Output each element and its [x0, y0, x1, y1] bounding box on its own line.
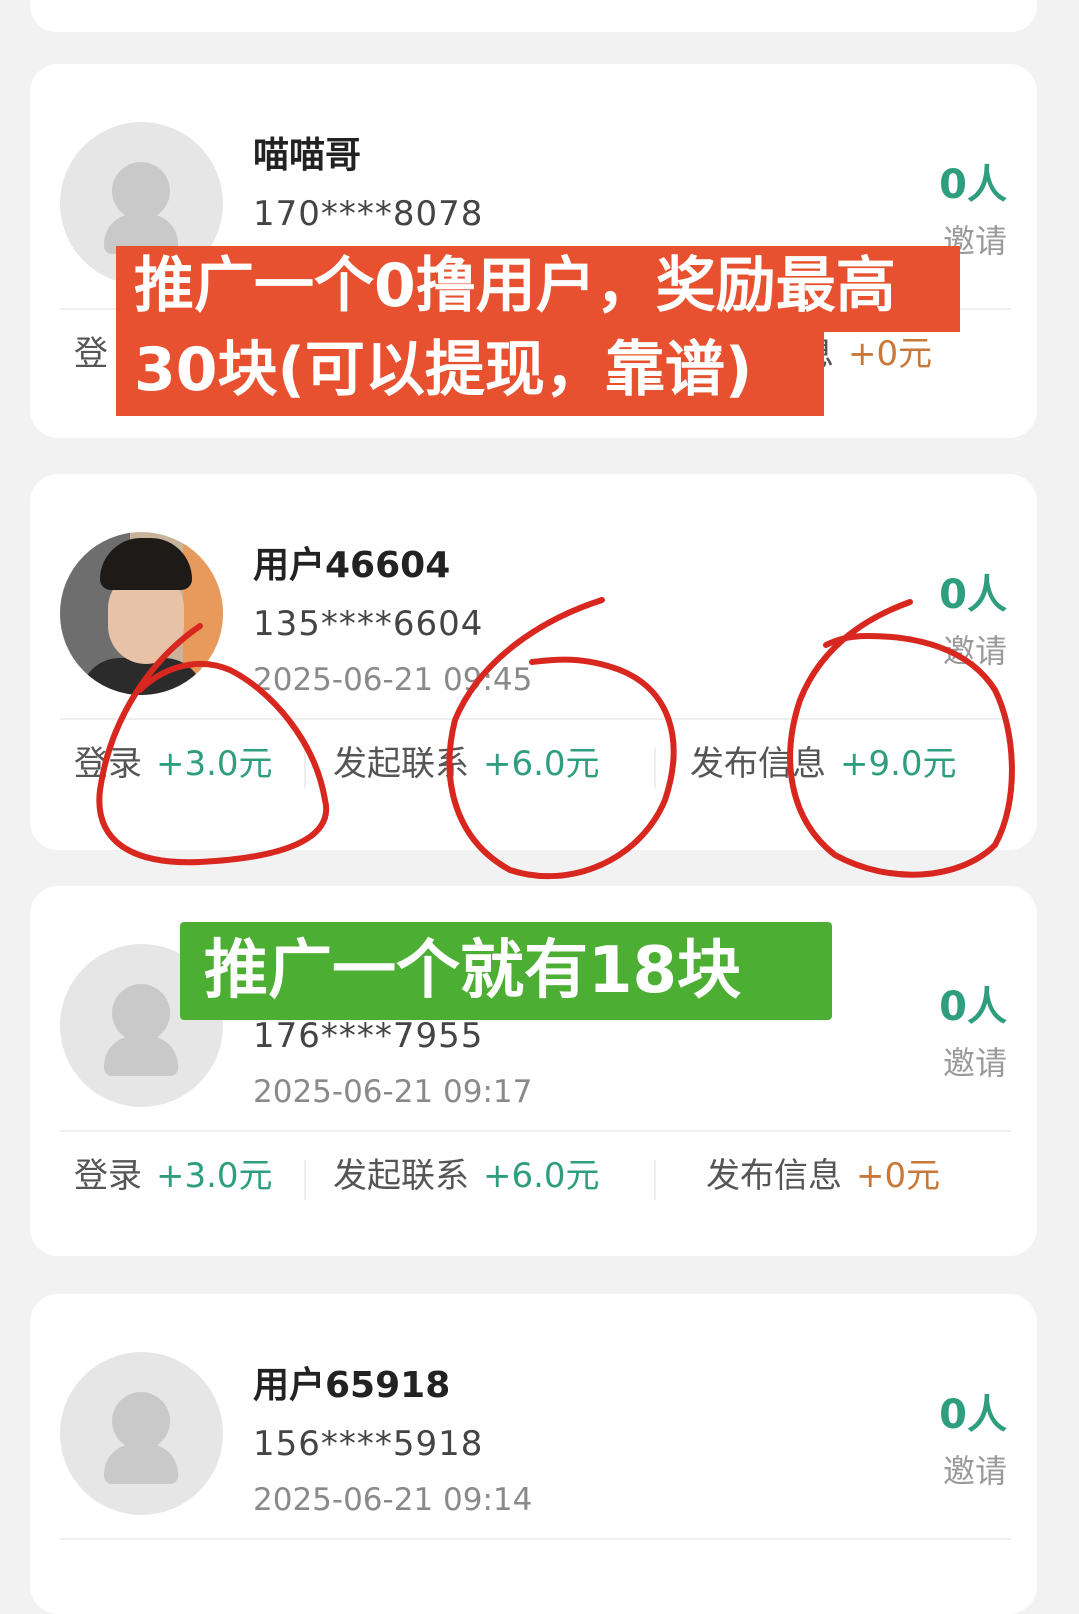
stat-login: 登录 +3.0元 — [74, 736, 273, 785]
stat-value: +3.0元 — [156, 1156, 273, 1196]
user-card-partial — [30, 0, 1037, 32]
stat-label: 发布信息 — [706, 1156, 842, 1196]
user-date: 2025-06-21 09:17 — [253, 1074, 533, 1110]
stat-value: +0元 — [856, 1156, 941, 1196]
stat-value: +6.0元 — [483, 744, 600, 784]
user-name: 用户46604 — [253, 545, 451, 586]
stat-separator — [304, 748, 306, 788]
user-card[interactable]: 用户46604 135****6604 2025-06-21 09:45 0人 … — [30, 474, 1037, 850]
user-date: 2025-06-21 09:45 — [253, 662, 533, 698]
stat-label: 发起联系 — [333, 1156, 469, 1196]
stat-label: 登 — [74, 334, 108, 374]
user-phone: 170****8078 — [253, 194, 484, 234]
stat-value: +0元 — [848, 334, 933, 374]
stat-value: +9.0元 — [840, 744, 957, 784]
invite-count: 0人 — [939, 984, 1007, 1030]
stat-publish: 发布信息 +0元 — [706, 1148, 940, 1197]
stat-label: 发布信息 — [690, 744, 826, 784]
promo-banner-red-line1: 推广一个0撸用户，奖励最高 — [116, 246, 960, 332]
user-phone: 135****6604 — [253, 604, 484, 644]
user-phone: 176****7955 — [253, 1016, 484, 1056]
stat-label: 发起联系 — [333, 744, 469, 784]
user-card[interactable]: 用户65918 156****5918 2025-06-21 09:14 0人 … — [30, 1294, 1037, 1614]
stat-login: 登 — [74, 326, 108, 375]
promo-banner-green: 推广一个就有18块 — [180, 922, 832, 1020]
stat-contact: 发起联系 +6.0元 — [333, 736, 600, 785]
stat-value: +3.0元 — [156, 744, 273, 784]
invite-label: 邀请 — [942, 1044, 1007, 1082]
stat-separator — [654, 748, 656, 788]
stat-value: +6.0元 — [483, 1156, 600, 1196]
user-phone: 156****5918 — [253, 1424, 484, 1464]
stat-label: 登录 — [74, 744, 142, 784]
divider — [60, 718, 1011, 720]
invite-label: 邀请 — [942, 632, 1007, 670]
invite-count: 0人 — [939, 162, 1007, 208]
stat-login: 登录 +3.0元 — [74, 1148, 273, 1197]
reward-stats: 登录 +3.0元 发起联系 +6.0元 发布信息 +9.0元 — [30, 736, 1037, 796]
invite-count: 0人 — [939, 1392, 1007, 1438]
promo-banner-red-line2: 30块(可以提现，靠谱) — [116, 330, 824, 416]
stat-separator — [304, 1160, 306, 1200]
stat-label: 登录 — [74, 1156, 142, 1196]
stat-contact: 发起联系 +6.0元 — [333, 1148, 600, 1197]
divider — [60, 1130, 1011, 1132]
user-name: 喵喵哥 — [253, 135, 362, 176]
user-name: 用户65918 — [253, 1365, 451, 1406]
user-date: 2025-06-21 09:14 — [253, 1482, 533, 1518]
default-avatar-icon — [60, 1352, 223, 1515]
reward-stats: 登录 +3.0元 发起联系 +6.0元 发布信息 +0元 — [30, 1148, 1037, 1208]
stat-separator — [654, 1160, 656, 1200]
invite-count: 0人 — [939, 572, 1007, 618]
stat-publish: 发布信息 +9.0元 — [690, 736, 957, 785]
divider — [60, 1538, 1011, 1540]
user-photo-avatar — [60, 532, 223, 695]
invite-label: 邀请 — [942, 1452, 1007, 1490]
